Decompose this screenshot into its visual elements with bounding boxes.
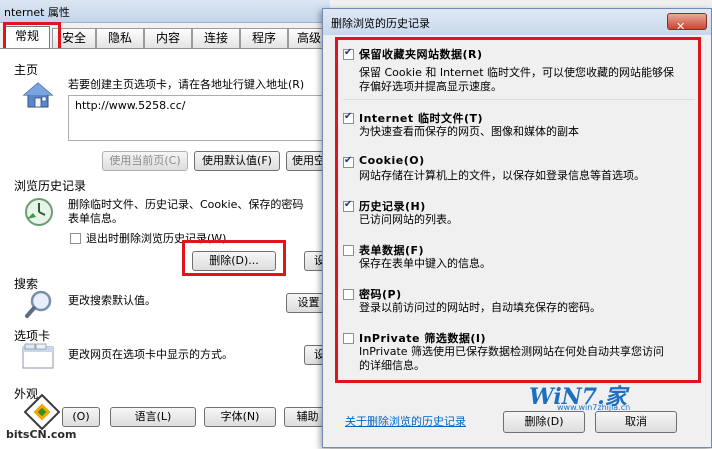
confirm-delete-button[interactable]: 删除(D) bbox=[503, 411, 585, 433]
home-instruction: 若要创建主页选项卡，请在各地址行键入地址(R) bbox=[68, 78, 305, 91]
delete-on-exit-checkbox[interactable] bbox=[70, 233, 81, 244]
search-desc: 更改搜索默认值。 bbox=[68, 294, 156, 307]
delete-history-titlebar[interactable]: 删除浏览的历史记录 ✕ bbox=[323, 9, 711, 35]
bitscn-watermark: bitsCN.com bbox=[6, 428, 77, 441]
internet-options-titlebar[interactable]: nternet 属性 bbox=[0, 0, 330, 23]
tab-content[interactable]: 内容 bbox=[144, 28, 192, 48]
close-button[interactable]: ✕ bbox=[667, 13, 707, 33]
about-delete-history-link[interactable]: 关于删除浏览的历史记录 bbox=[345, 413, 466, 429]
use-current-button[interactable]: 使用当前页(C) bbox=[102, 151, 188, 171]
highlight-options-box bbox=[335, 37, 701, 383]
colors-button[interactable]: (O) bbox=[62, 407, 100, 427]
internet-options-dialog: nternet 属性 常规 安全 隐私 内容 连接 程序 高级 主页 若要创建主… bbox=[0, 0, 334, 449]
window-title: nternet 属性 bbox=[4, 6, 70, 19]
delete-history-title: 删除浏览的历史记录 bbox=[331, 17, 430, 30]
highlight-delete-button bbox=[182, 240, 286, 276]
history-clock-icon bbox=[24, 197, 54, 230]
history-desc-line1: 删除临时文件、历史记录、Cookie、保存的密码 bbox=[68, 198, 304, 211]
tab-programs[interactable]: 程序 bbox=[240, 28, 288, 48]
home-url-text: http://www.5258.cc/ bbox=[75, 99, 186, 112]
tabs-desc: 更改网页在选项卡中显示的方式。 bbox=[68, 348, 233, 361]
home-section-title: 主页 bbox=[14, 63, 39, 77]
tab-connections[interactable]: 连接 bbox=[192, 28, 240, 48]
languages-button[interactable]: 语言(L) bbox=[110, 407, 196, 427]
fonts-button[interactable]: 字体(N) bbox=[204, 407, 276, 427]
use-default-button[interactable]: 使用默认值(F) bbox=[194, 151, 280, 171]
home-url-textarea[interactable]: http://www.5258.cc/ bbox=[68, 95, 330, 141]
house-icon bbox=[22, 81, 54, 112]
history-section-title: 浏览历史记录 bbox=[14, 179, 87, 193]
delete-history-dialog: 删除浏览的历史记录 ✕ 保留收藏夹网站数据(R) 保留 Cookie 和 Int… bbox=[322, 8, 712, 448]
tab-privacy[interactable]: 隐私 bbox=[96, 28, 144, 48]
close-icon: ✕ bbox=[676, 20, 686, 33]
tabs-window-icon bbox=[22, 343, 54, 372]
cancel-button[interactable]: 取消 bbox=[595, 411, 677, 433]
magnifier-icon bbox=[24, 289, 54, 322]
history-desc-line2: 表单信息。 bbox=[68, 212, 123, 225]
tabs-section-title: 选项卡 bbox=[14, 329, 51, 343]
